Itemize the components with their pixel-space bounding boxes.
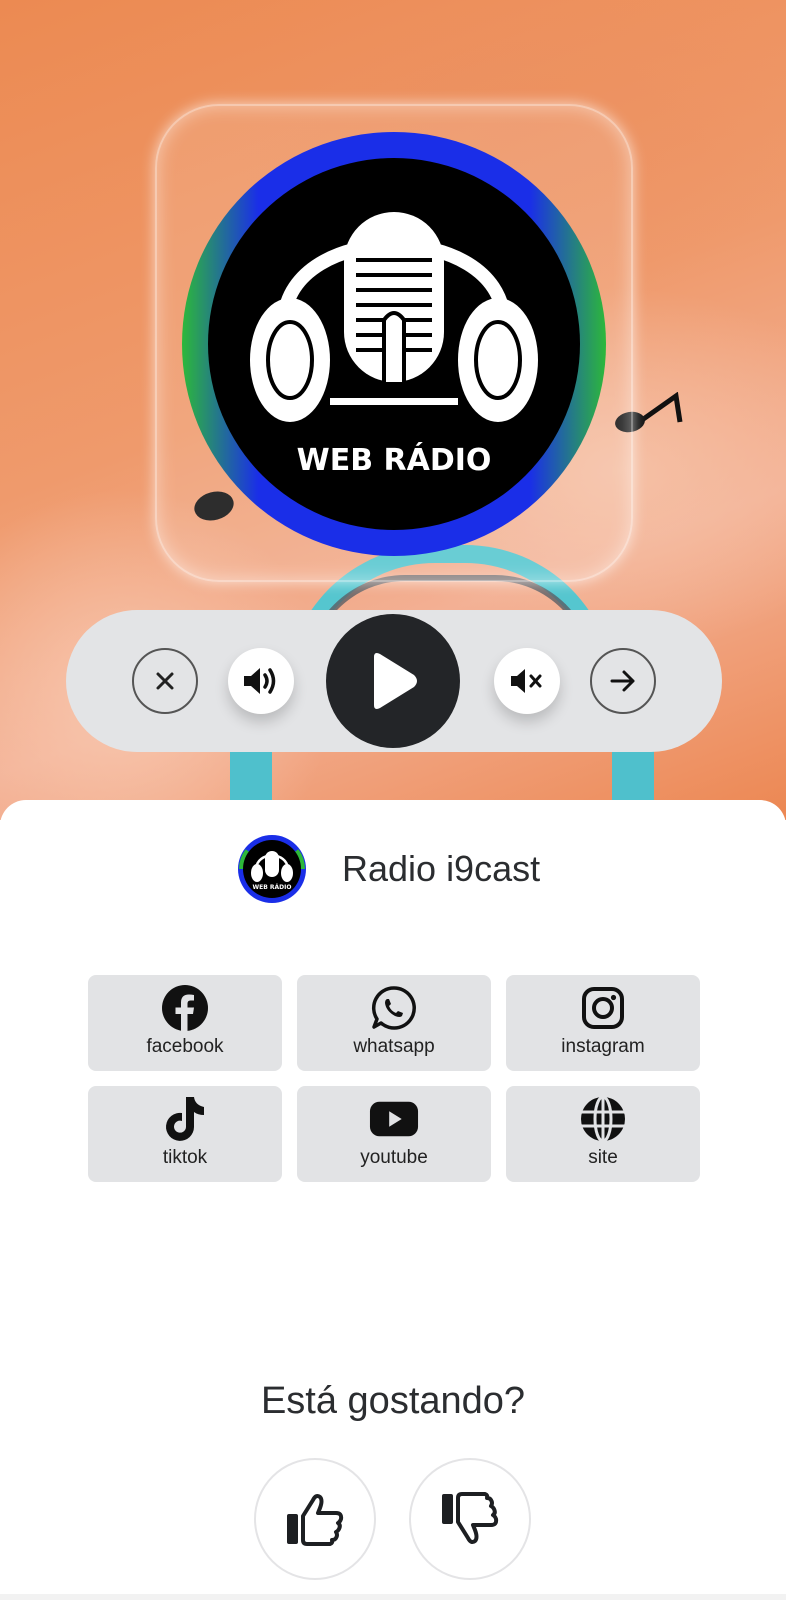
volume-up-button[interactable] [228,648,294,714]
bottom-edge [0,1594,786,1600]
station-avatar: WEB RÁDIO [238,835,306,903]
station-name: Radio i9cast [342,848,541,889]
station-header: WEB RÁDIO Radio i9cast [238,834,540,904]
facebook-button[interactable]: facebook [88,975,282,1071]
info-sheet [0,800,786,1600]
player-controls [66,610,722,752]
site-label: site [588,1147,618,1168]
thumbs-up-icon [287,1494,344,1546]
youtube-label: youtube [360,1147,428,1168]
station-cover-logo: WEB RÁDIO [182,132,606,556]
instagram-icon [582,987,624,1029]
tiktok-button[interactable]: tiktok [88,1086,282,1182]
play-button[interactable] [326,614,460,748]
globe-icon [581,1095,625,1143]
instagram-label: instagram [561,1036,645,1057]
instagram-button[interactable]: instagram [506,975,700,1071]
tiktok-label: tiktok [162,1147,208,1168]
youtube-button[interactable]: youtube [297,1086,491,1182]
facebook-icon [162,985,208,1031]
youtube-icon [369,1101,419,1137]
like-button[interactable] [254,1458,376,1580]
site-button[interactable]: site [506,1086,700,1182]
whatsapp-label: whatsapp [353,1036,435,1057]
mute-button[interactable] [494,648,560,714]
mute-icon [511,669,542,693]
cover-logo-text: WEB RÁDIO [297,442,492,478]
station-avatar-text: WEB RÁDIO [253,884,292,891]
play-icon [374,653,417,709]
facebook-label: facebook [146,1036,224,1057]
arrow-right-icon [610,670,635,692]
volume-up-icon [244,668,276,694]
close-icon [156,672,174,690]
next-button[interactable] [590,648,656,714]
whatsapp-button[interactable]: whatsapp [297,975,491,1071]
dislike-button[interactable] [409,1458,531,1580]
close-button[interactable] [132,648,198,714]
tiktok-icon [166,1097,204,1141]
feedback-question: Está gostando? [260,1380,526,1422]
thumbs-down-icon [442,1492,499,1544]
whatsapp-icon [371,986,416,1030]
